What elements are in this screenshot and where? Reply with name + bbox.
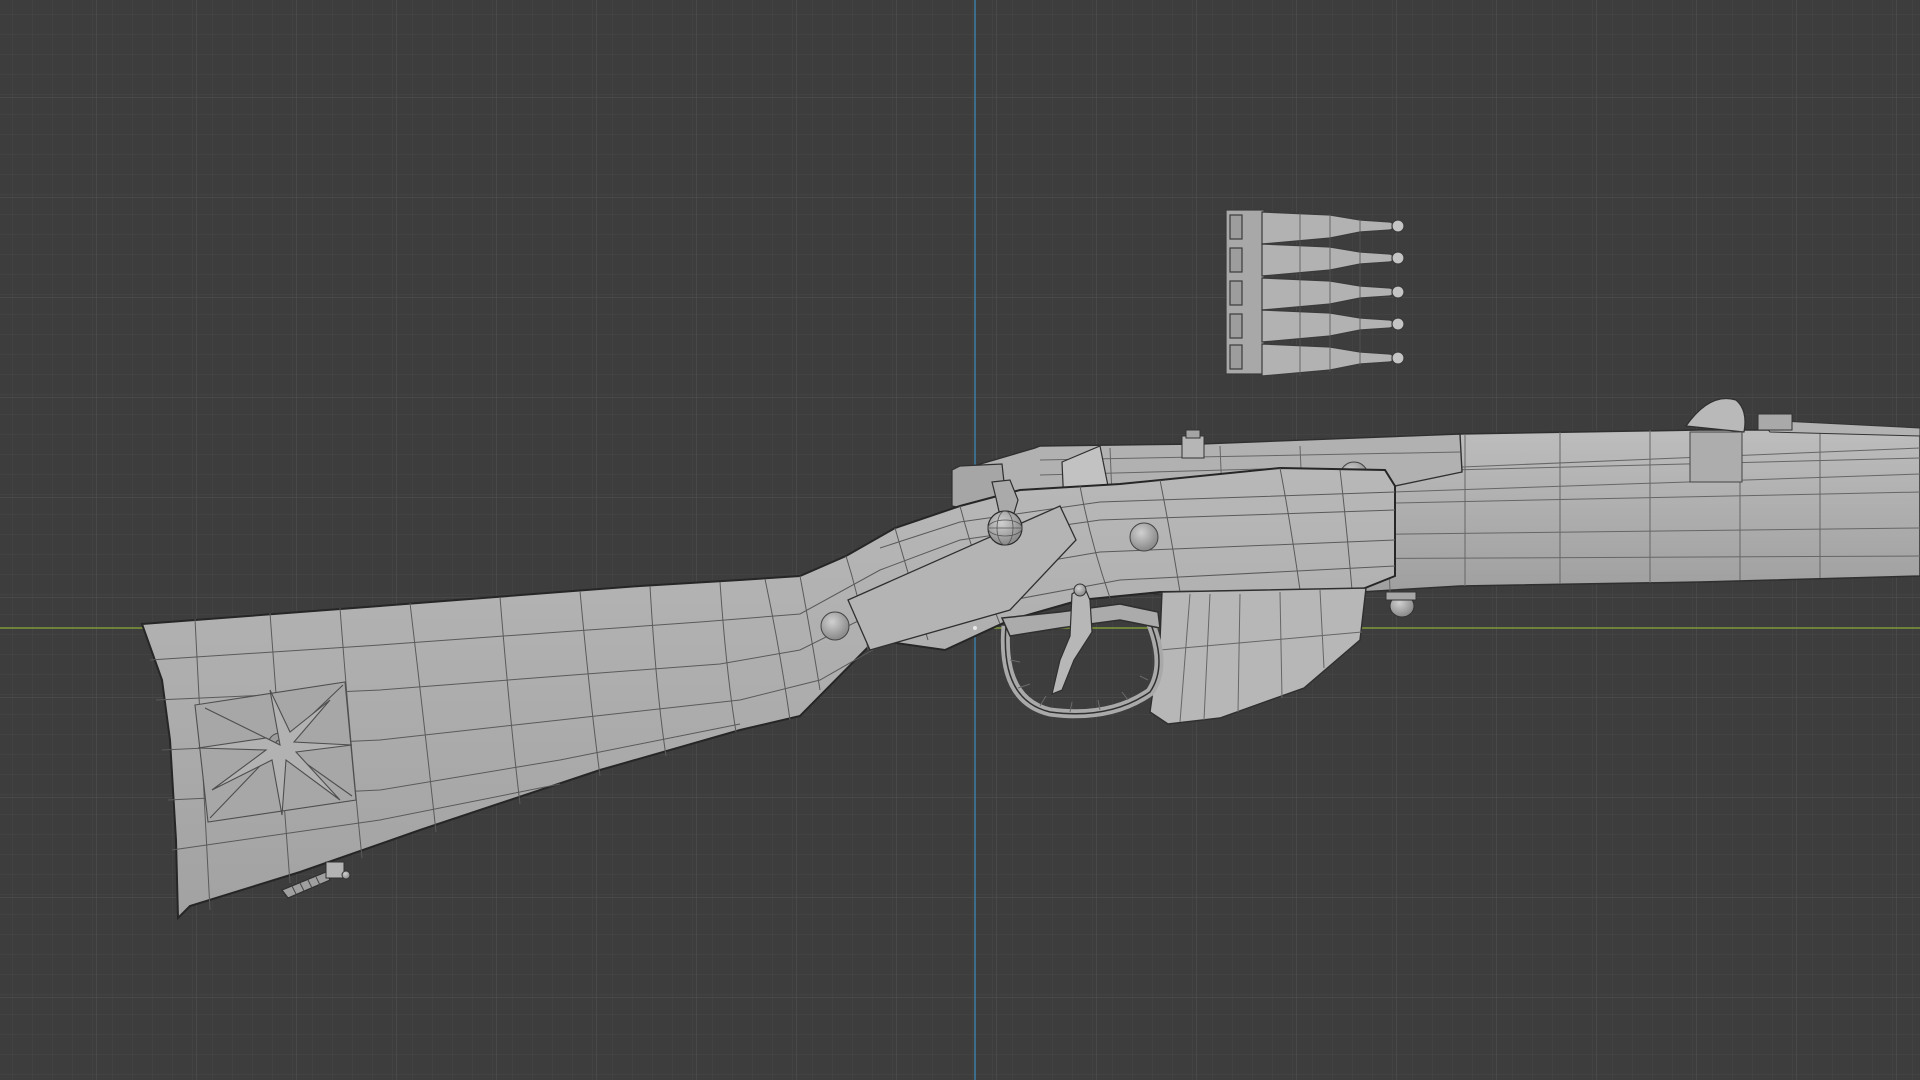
origin-point (973, 626, 977, 630)
3d-viewport[interactable] (0, 0, 1920, 1080)
viewport-canvas[interactable] (0, 0, 1920, 1080)
stock-emblem (194, 681, 357, 823)
rear-sight[interactable] (1181, 435, 1205, 459)
